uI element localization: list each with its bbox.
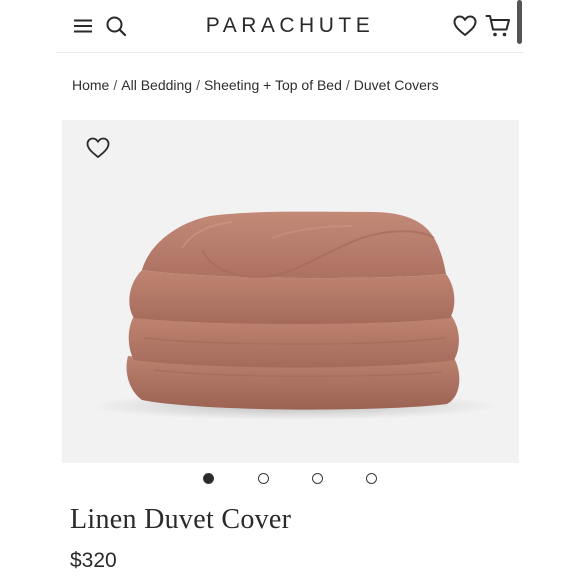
breadcrumb-all-bedding[interactable]: All Bedding xyxy=(121,77,192,93)
product-image[interactable] xyxy=(62,120,519,463)
breadcrumb: Home / All Bedding / Sheeting + Top of Bed / D… xyxy=(72,77,439,93)
product-price: $320 xyxy=(70,549,117,572)
breadcrumb-separator: / xyxy=(196,77,200,93)
heart-icon[interactable] xyxy=(452,13,478,39)
carousel-dot[interactable] xyxy=(258,473,269,484)
image-carousel-pagination xyxy=(0,472,580,486)
carousel-dot[interactable] xyxy=(203,473,214,484)
scrollbar-thumb[interactable] xyxy=(517,0,522,44)
breadcrumb-home[interactable]: Home xyxy=(72,77,109,93)
breadcrumb-sheeting-top-of-bed[interactable]: Sheeting + Top of Bed xyxy=(204,77,342,93)
site-header: PARACHUTE xyxy=(56,0,524,53)
carousel-dot[interactable] xyxy=(366,473,377,484)
breadcrumb-separator: / xyxy=(113,77,118,93)
heart-outline-icon[interactable] xyxy=(84,135,112,161)
breadcrumb-duvet-covers[interactable]: Duvet Covers xyxy=(354,77,439,93)
duvet-product-image xyxy=(89,211,499,420)
breadcrumb-separator: / xyxy=(345,77,350,93)
product-title: Linen Duvet Cover xyxy=(70,504,292,535)
carousel-dot[interactable] xyxy=(312,473,323,484)
page-margin-left xyxy=(0,0,56,580)
page-margin-right xyxy=(524,0,580,580)
cart-icon[interactable] xyxy=(484,13,512,39)
